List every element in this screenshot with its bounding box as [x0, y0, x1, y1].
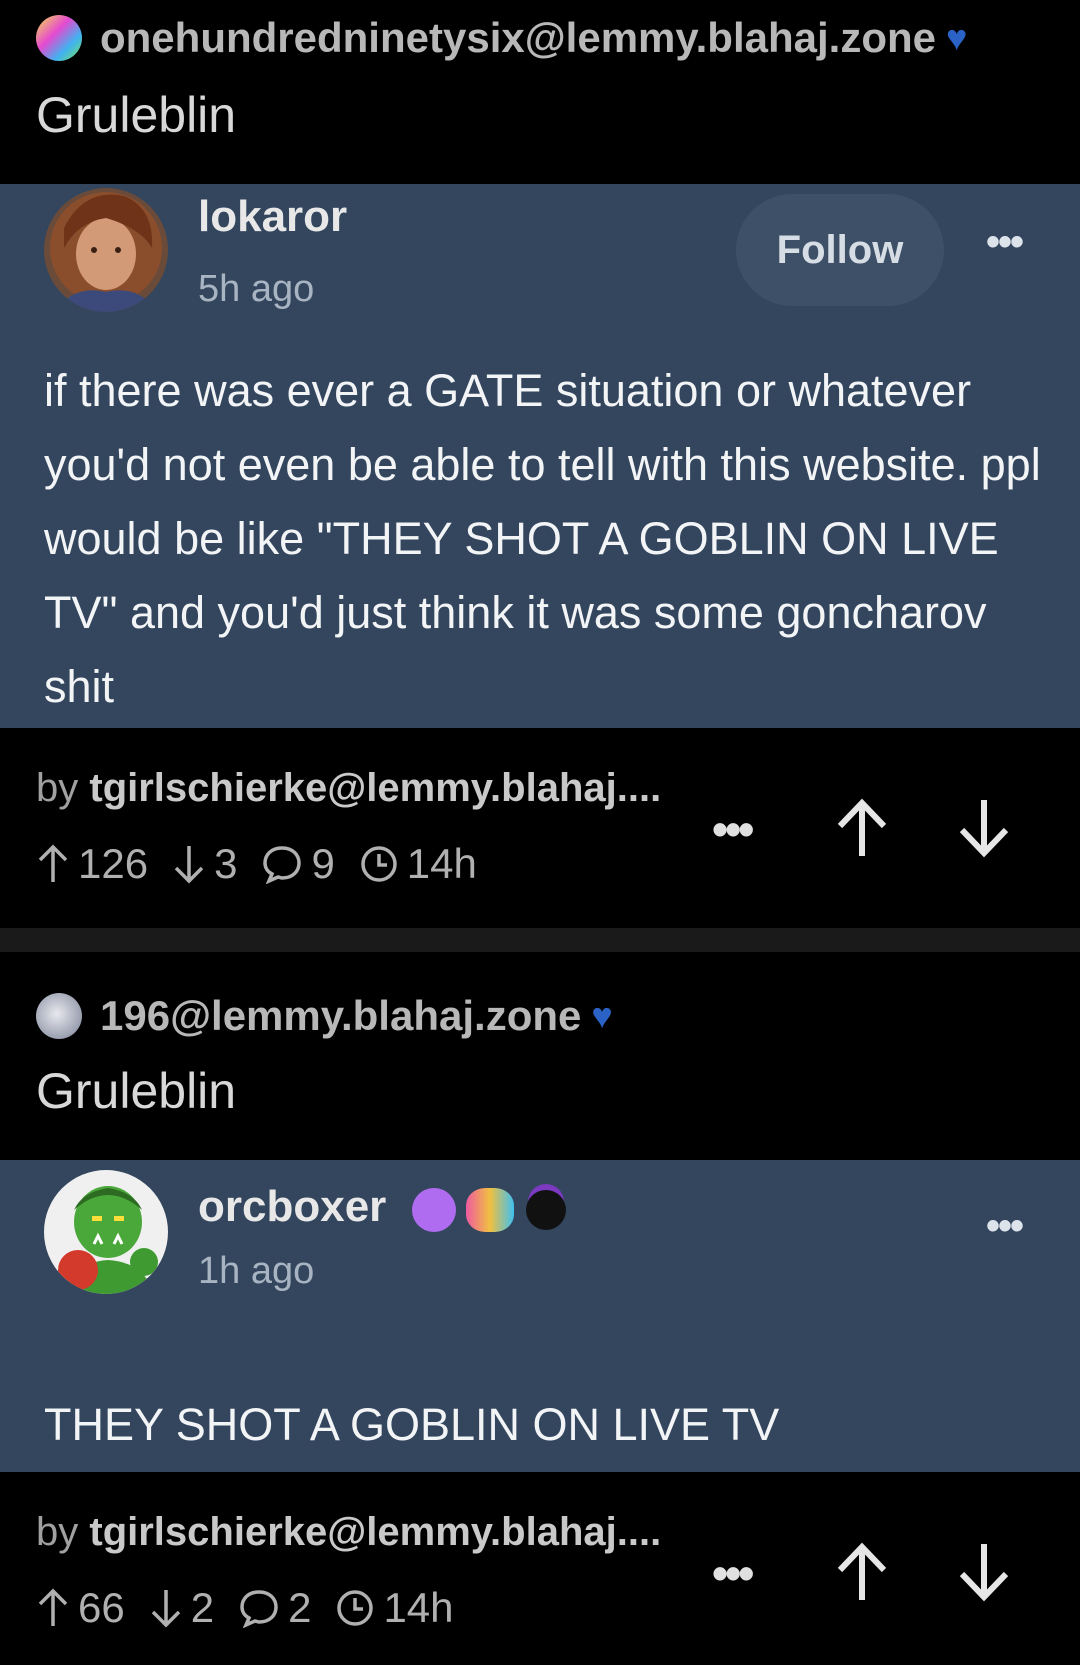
reblog-card[interactable]: orcboxer 1h ago ••• THEY SHOT A GOBLIN O… [0, 1160, 1080, 1472]
post-stats: 66 2 2 14h [36, 1584, 478, 1632]
comment-count: 2 [238, 1584, 311, 1632]
arrow-down-icon [174, 846, 204, 884]
avatar[interactable] [44, 1170, 168, 1294]
arrow-up-icon [38, 844, 68, 882]
post-divider [0, 928, 1080, 952]
downvote-value: 3 [214, 840, 238, 887]
downvote-count: 3 [172, 840, 237, 888]
community-name[interactable]: 196@lemmy.blahaj.zone [100, 992, 581, 1040]
comment-value: 9 [311, 840, 335, 887]
post-title[interactable]: Gruleblin [36, 86, 236, 144]
clock-icon [361, 846, 397, 882]
byline[interactable]: by tgirlschierke@lemmy.blahaj.... [36, 1510, 661, 1555]
more-options-icon[interactable]: ••• [986, 1204, 1024, 1249]
196-community-icon [36, 15, 82, 61]
username[interactable]: orcboxer [198, 1182, 386, 1232]
community-row[interactable]: 196@lemmy.blahaj.zone ♥ [36, 992, 613, 1040]
heart-icon: ♥ [591, 995, 613, 1036]
upvote-button[interactable] [830, 796, 894, 860]
arrow-down-icon [151, 1590, 180, 1628]
paw-badge-icon [412, 1188, 456, 1232]
post-body: THEY SHOT A GOBLIN ON LIVE TV [44, 1399, 780, 1450]
reblog-card[interactable]: lokaror 5h ago Follow ••• if there was e… [0, 184, 1080, 728]
comment-value: 2 [288, 1584, 312, 1631]
community-name[interactable]: onehundredninetysix@lemmy.blahaj.zone [100, 14, 936, 62]
more-options-icon[interactable]: ••• [986, 220, 1024, 265]
by-prefix: by [36, 766, 79, 810]
post-stats: 126 3 9 14h [36, 840, 501, 888]
cat-badge-icon [526, 1190, 566, 1230]
upvote-count: 66 [36, 1584, 125, 1632]
arrow-up-icon [38, 1588, 68, 1626]
author-name[interactable]: tgirlschierke@lemmy.blahaj.... [89, 1510, 661, 1554]
byline[interactable]: by tgirlschierke@lemmy.blahaj.... [36, 766, 661, 811]
age-value: 14h [383, 1584, 454, 1631]
196-community-icon [36, 993, 82, 1039]
comment-count: 9 [261, 840, 335, 888]
post-title[interactable]: Gruleblin [36, 1062, 236, 1120]
post-time: 1h ago [198, 1250, 315, 1292]
avatar[interactable] [44, 188, 168, 312]
downvote-count: 2 [149, 1584, 214, 1632]
username[interactable]: lokaror [198, 192, 347, 242]
upvote-button[interactable] [830, 1540, 894, 1604]
upvote-value: 66 [78, 1584, 125, 1631]
clock-icon [337, 1590, 374, 1626]
heart-icon: ♥ [946, 17, 968, 58]
post-more-button[interactable]: ••• [712, 1546, 754, 1600]
comment-icon [240, 1590, 278, 1628]
follow-button[interactable]: Follow [736, 194, 944, 306]
post-age: 14h [359, 840, 477, 888]
age-value: 14h [406, 840, 477, 887]
by-prefix: by [36, 1510, 79, 1554]
downvote-button[interactable] [952, 796, 1016, 860]
post-1: onehundredninetysix@lemmy.blahaj.zone ♥ … [0, 0, 1080, 900]
post-time: 5h ago [198, 268, 315, 310]
upvote-count: 126 [36, 840, 148, 888]
downvote-button[interactable] [952, 1540, 1016, 1604]
community-row[interactable]: onehundredninetysix@lemmy.blahaj.zone ♥ [36, 14, 967, 62]
post-age: 14h [335, 1584, 454, 1632]
author-name[interactable]: tgirlschierke@lemmy.blahaj.... [89, 766, 661, 810]
post-2: 196@lemmy.blahaj.zone ♥ Gruleblin orcbox… [0, 976, 1080, 1665]
post-body: if there was ever a GATE situation or wh… [44, 365, 1041, 712]
downvote-value: 2 [190, 1584, 215, 1631]
upvote-value: 126 [78, 840, 149, 887]
crab-badge-icon [466, 1188, 514, 1232]
comment-icon [263, 846, 302, 884]
post-more-button[interactable]: ••• [712, 802, 754, 856]
